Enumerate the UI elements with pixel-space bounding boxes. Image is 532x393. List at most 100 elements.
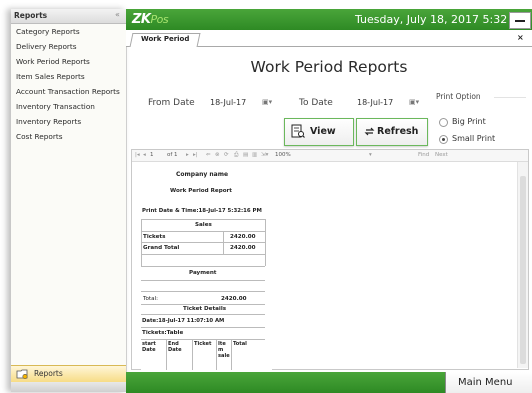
sidebar-item-account-transaction-reports[interactable]: Account Transaction Reports	[16, 87, 120, 96]
table-rule	[166, 339, 167, 370]
sales-header: Sales	[195, 222, 212, 228]
main-menu-button[interactable]: Main Menu	[445, 372, 532, 393]
ticket-date-line: Date:18-Jul-17 11:07:10 AM	[142, 318, 225, 324]
calendar-dropdown-icon[interactable]: ▣▾	[262, 98, 272, 106]
sidebar-item-item-sales-reports[interactable]: Item Sales Reports	[16, 72, 85, 81]
tab-work-period[interactable]: Work Period	[141, 35, 189, 43]
top-bar: ZKPos Tuesday, July 18, 2017 5:32	[126, 9, 532, 30]
col-ticket: Ticket	[194, 341, 212, 347]
payment-total-label: Total:	[143, 296, 158, 302]
ticket-details-header: Ticket Details	[183, 306, 227, 312]
scrollbar-thumb[interactable]	[520, 176, 526, 364]
sidebar-header: Reports «	[11, 9, 126, 24]
table-rule	[216, 339, 217, 370]
next-page-icon[interactable]: ▸	[186, 152, 189, 158]
print-option-title: Print Option	[436, 92, 481, 101]
from-date-label: From Date	[148, 98, 195, 108]
payment-header: Payment	[189, 270, 217, 276]
payment-total-value: 2420.00	[221, 296, 247, 302]
first-page-icon[interactable]: |◂	[135, 152, 140, 158]
big-print-radio[interactable]	[439, 118, 448, 127]
col-start-date: start Date	[142, 341, 156, 353]
sidebar-item-delivery-reports[interactable]: Delivery Reports	[16, 42, 77, 51]
report-title: Work Period Report	[170, 188, 232, 194]
col-end-date: End Date	[168, 341, 182, 353]
table-rule	[141, 327, 265, 328]
report-scrollbar[interactable]	[517, 162, 528, 368]
col-total: Total	[233, 341, 247, 347]
zoom-select[interactable]: 100%	[275, 152, 291, 158]
from-date-value: 18-Jul-17	[210, 98, 247, 107]
table-rule	[223, 231, 224, 254]
sidebar-item-inventory-reports[interactable]: Inventory Reports	[16, 117, 81, 126]
next-link[interactable]: Next	[435, 152, 448, 158]
page-count: of 1	[167, 152, 178, 158]
stop-icon[interactable]: ⊗	[215, 152, 220, 158]
sidebar-item-inventory-transaction[interactable]: Inventory Transaction	[16, 102, 95, 111]
print-icon[interactable]: ⎙	[234, 152, 238, 159]
collapse-icon[interactable]: «	[115, 10, 120, 19]
main-menu-label: Main Menu	[458, 377, 513, 388]
to-date-label: To Date	[299, 98, 333, 108]
datetime-display: Tuesday, July 18, 2017 5:32	[355, 13, 508, 26]
viewer-toolbar: |◂ ◂ 1 of 1 ▸ ▸| ⇐ ⊗ ⟳ ⎙ ▤ ▥ ⇲▾ 100% ▾ F…	[132, 150, 528, 162]
reports-folder-icon	[16, 369, 28, 380]
table-rule	[141, 231, 265, 232]
table-rule	[141, 219, 265, 220]
table-rule	[141, 219, 142, 266]
find-link[interactable]: Find	[418, 152, 429, 158]
sidebar-footer	[11, 382, 126, 392]
refresh-button[interactable]: Refresh	[356, 118, 428, 146]
view-button-label: View	[310, 126, 336, 137]
sales-row-value: 2420.00	[230, 234, 256, 240]
close-tab-icon[interactable]: ×	[517, 33, 524, 42]
sidebar-title: Reports	[14, 11, 48, 20]
calendar-dropdown-icon[interactable]: ▣▾	[409, 98, 419, 106]
export-icon[interactable]: ⇲▾	[261, 152, 268, 158]
table-rule	[141, 339, 265, 340]
print-layout-icon[interactable]: ▤	[243, 152, 248, 158]
prev-page-icon[interactable]: ◂	[143, 152, 146, 158]
page-title: Work Period Reports	[250, 58, 408, 76]
print-datetime: Print Date & Time:18-Jul-17 5:32:16 PM	[142, 208, 262, 214]
small-print-radio[interactable]	[439, 135, 448, 144]
table-rule	[141, 304, 265, 305]
table-rule	[141, 254, 265, 255]
tab-strip: Work Period ×	[126, 30, 532, 47]
big-print-label: Big Print	[452, 117, 486, 126]
sidebar-item-category-reports[interactable]: Category Reports	[16, 27, 80, 36]
refresh-icon	[364, 127, 375, 136]
bottom-bar: Main Menu	[126, 372, 532, 393]
table-rule	[231, 339, 232, 370]
company-name: Company name	[176, 171, 229, 178]
last-page-icon[interactable]: ▸|	[193, 152, 198, 158]
reports-nav-label: Reports	[34, 369, 63, 378]
tickets-table-line: Tickets:Table	[142, 330, 184, 336]
print-option-group: Print Option Big Print Small Print	[434, 92, 526, 150]
sidebar-item-cost-reports[interactable]: Cost Reports	[16, 132, 63, 141]
small-print-label: Small Print	[452, 134, 496, 143]
sidebar-item-work-period-reports[interactable]: Work Period Reports	[16, 57, 90, 66]
from-date-picker[interactable]: 18-Jul-17 ▣▾	[208, 96, 278, 111]
page-number-input[interactable]: 1	[150, 152, 154, 158]
sales-row-label: Tickets	[143, 234, 166, 240]
refresh-report-icon[interactable]: ⟳	[224, 152, 229, 158]
zkpos-logo: ZKPos	[132, 12, 169, 27]
table-rule	[141, 266, 265, 267]
to-date-picker[interactable]: 18-Jul-17 ▣▾	[355, 96, 425, 111]
back-icon[interactable]: ⇐	[206, 152, 211, 158]
group-divider	[494, 97, 526, 98]
reports-sidebar: Reports « Category Reports Delivery Repo…	[11, 9, 127, 392]
report-viewer: |◂ ◂ 1 of 1 ▸ ▸| ⇐ ⊗ ⟳ ⎙ ▤ ▥ ⇲▾ 100% ▾ F…	[131, 149, 529, 370]
table-rule	[265, 219, 266, 266]
report-page: Company name Work Period Report Print Da…	[141, 163, 272, 370]
table-rule	[141, 314, 265, 315]
view-report-icon	[291, 124, 305, 138]
table-rule	[141, 280, 265, 281]
reports-nav-tab[interactable]: Reports	[11, 365, 126, 383]
view-button[interactable]: View	[284, 118, 354, 146]
table-rule	[141, 242, 265, 243]
minimize-button[interactable]	[509, 12, 531, 29]
page-setup-icon[interactable]: ▥	[252, 152, 257, 158]
search-dropdown-icon[interactable]: ▾	[369, 152, 372, 158]
